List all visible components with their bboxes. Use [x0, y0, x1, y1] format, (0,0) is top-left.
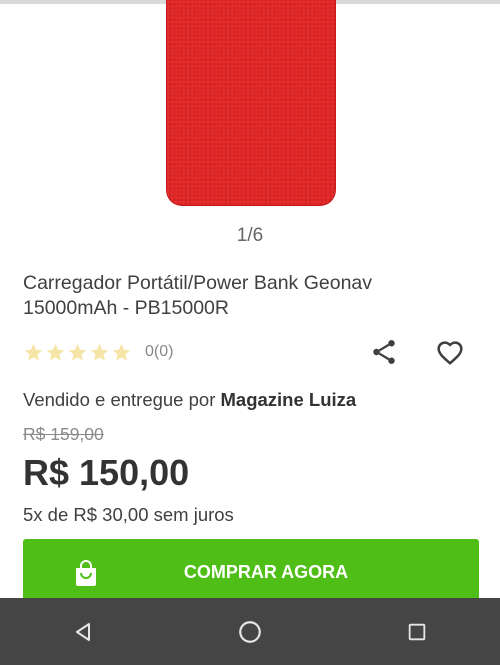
installments-info: 5x de R$ 30,00 sem juros: [23, 504, 234, 525]
star-icon: [112, 343, 131, 361]
android-nav-bar: [0, 598, 500, 665]
share-button[interactable]: [367, 336, 401, 368]
star-icon: [90, 343, 109, 361]
nav-home-button[interactable]: [220, 602, 280, 662]
heart-icon: [437, 341, 463, 365]
product-image[interactable]: [166, 0, 336, 206]
back-triangle-icon: [76, 622, 91, 641]
rating-stars: [23, 342, 133, 363]
recents-square-icon: [408, 623, 425, 640]
shopping-bag-icon: [76, 560, 96, 586]
star-icon: [24, 343, 43, 361]
star-icon: [46, 343, 65, 361]
home-circle-icon: [239, 620, 261, 643]
old-price: R$ 159,00: [23, 424, 104, 444]
share-icon: [373, 340, 395, 364]
seller-prefix: Vendido e entregue por: [23, 389, 221, 410]
seller-info: Vendido e entregue por Magazine Luiza: [23, 389, 356, 411]
product-title: Carregador Portátil/Power Bank Geonav 15…: [23, 272, 373, 319]
image-counter: 1/6: [236, 225, 264, 246]
star-icon: [68, 343, 87, 361]
seller-name[interactable]: Magazine Luiza: [221, 389, 357, 410]
rating-count: 0(0): [145, 343, 174, 360]
current-price: R$ 150,00: [23, 452, 190, 493]
nav-recents-button[interactable]: [387, 602, 447, 662]
product-rating[interactable]: 0(0): [23, 341, 173, 363]
favorite-button[interactable]: [432, 336, 468, 368]
nav-back-button[interactable]: [53, 602, 113, 662]
